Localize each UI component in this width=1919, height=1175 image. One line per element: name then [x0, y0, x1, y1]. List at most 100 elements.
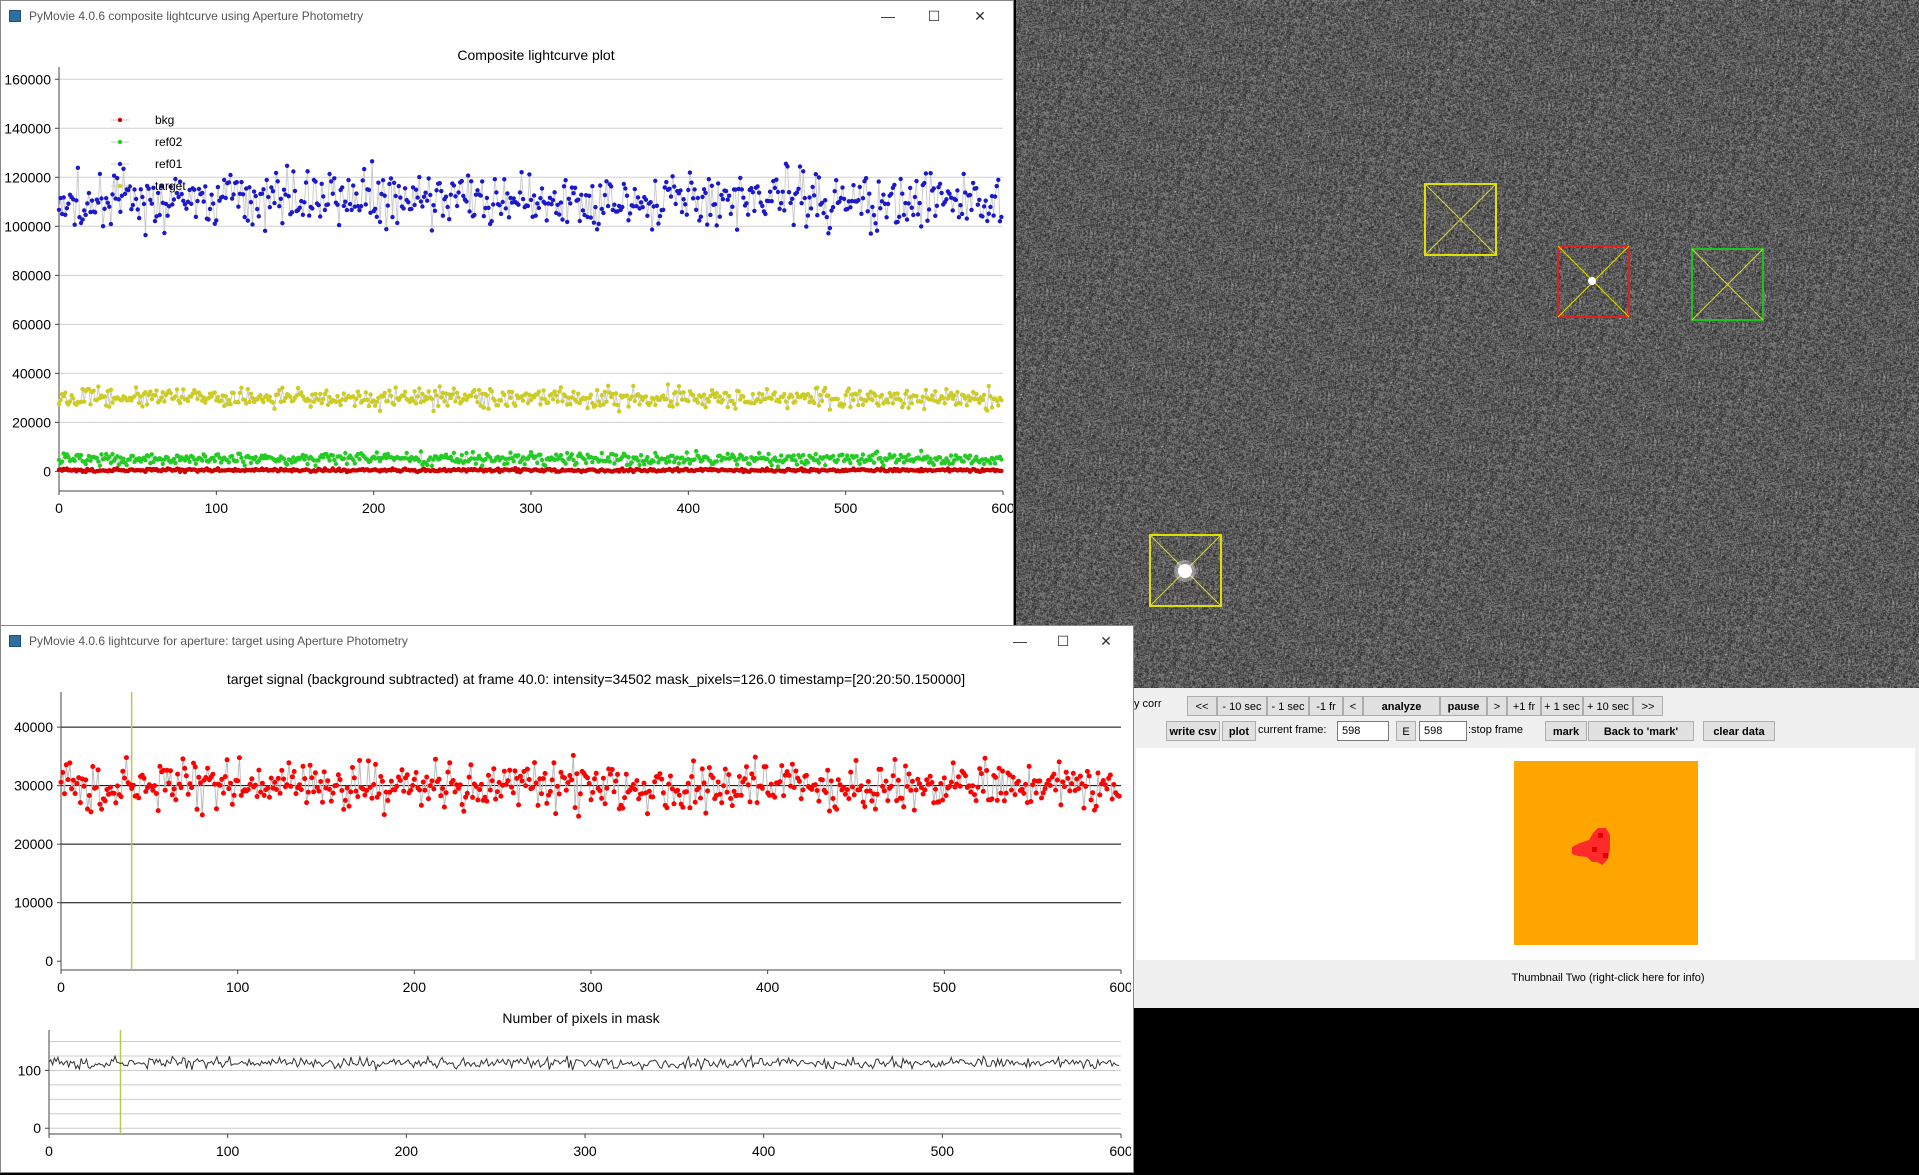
write-csv-button[interactable]: write csv — [1166, 721, 1220, 741]
data-point-ref01 — [75, 165, 81, 170]
data-point-target — [133, 385, 139, 390]
data-point-target — [168, 391, 173, 396]
data-point-target — [520, 398, 526, 403]
data-point-target — [408, 787, 414, 793]
data-point-target — [901, 804, 907, 810]
data-point-target — [308, 404, 313, 409]
thumbnail-two[interactable] — [1301, 748, 1915, 960]
data-point-ref01 — [396, 183, 401, 189]
data-point-target — [402, 389, 408, 394]
pause-button[interactable]: pause — [1440, 696, 1487, 716]
minus-1-frame-button[interactable]: -1 fr — [1309, 696, 1343, 716]
maximize-button[interactable]: ☐ — [919, 5, 949, 27]
forward-fast-button[interactable]: >> — [1633, 696, 1663, 716]
x-tick-label: 100 — [205, 500, 229, 516]
data-point-ref02 — [823, 463, 828, 468]
data-point-ref01 — [402, 186, 408, 191]
data-point-target — [689, 774, 695, 780]
data-point-ref02 — [793, 458, 798, 463]
data-point-target — [168, 768, 173, 774]
minimize-button[interactable]: — — [1005, 630, 1035, 652]
mask-pixel — [1598, 833, 1603, 838]
composite-titlebar[interactable]: PyMovie 4.0.6 composite lightcurve using… — [1, 1, 1013, 31]
close-button[interactable]: ✕ — [965, 5, 995, 27]
plus-1-frame-button[interactable]: +1 fr — [1507, 696, 1541, 716]
aperture-box-yellow-2[interactable] — [1149, 534, 1222, 607]
data-point-ref01 — [165, 213, 170, 218]
data-point-ref01 — [992, 194, 998, 199]
data-point-target — [721, 783, 726, 789]
data-point-target — [154, 388, 159, 393]
data-point-ref01 — [980, 214, 985, 219]
data-point-target — [417, 787, 423, 793]
minimize-button[interactable]: — — [873, 5, 903, 27]
step-back-button[interactable]: < — [1343, 696, 1363, 716]
minus-1-sec-button[interactable]: - 1 sec — [1267, 696, 1309, 716]
close-button[interactable]: ✕ — [1091, 630, 1121, 652]
aperture-box-red[interactable] — [1557, 245, 1630, 318]
data-point-target — [99, 806, 105, 812]
plus-1-sec-button[interactable]: + 1 sec — [1541, 696, 1583, 716]
target-signal-chart[interactable]: 0 10000 20000 30000 40000 0 100 200 300 400 500 600 — [1, 692, 1131, 1004]
aperture-box-green[interactable] — [1691, 248, 1764, 321]
data-point-ref02 — [684, 450, 689, 455]
aperture-titlebar[interactable]: PyMovie 4.0.6 lightcurve for aperture: t… — [1, 626, 1133, 656]
data-point-ref01 — [193, 214, 199, 219]
clear-data-button[interactable]: clear data — [1703, 721, 1775, 741]
data-point-ref01 — [459, 178, 464, 184]
data-point-target — [772, 390, 778, 395]
composite-lightcurve-chart[interactable]: 0 20000 40000 60000 80000 100000 120000 140000 1… — [1, 67, 1013, 627]
current-frame-input[interactable]: 598 — [1337, 721, 1389, 741]
data-point-ref01 — [749, 186, 754, 191]
data-point-target — [994, 797, 1000, 803]
data-point-target — [908, 787, 914, 793]
data-point-ref02 — [83, 461, 88, 467]
data-point-ref02 — [480, 463, 485, 468]
data-point-ref01 — [250, 222, 255, 227]
data-point-ref01 — [118, 209, 123, 214]
data-point-ref01 — [215, 184, 221, 190]
data-point-target — [933, 389, 938, 394]
analyze-button[interactable]: analyze — [1363, 696, 1440, 716]
plus-10-sec-button[interactable]: + 10 sec — [1583, 696, 1633, 716]
data-point-ref01 — [354, 191, 359, 196]
aperture-box-yellow-1[interactable] — [1424, 183, 1497, 256]
data-point-target — [368, 392, 373, 397]
data-point-target — [110, 400, 115, 405]
step-forward-button[interactable]: > — [1487, 696, 1507, 716]
data-point-target — [183, 773, 189, 779]
data-point-ref01 — [725, 197, 730, 202]
data-point-target — [489, 389, 494, 394]
data-point-ref01 — [387, 181, 392, 187]
data-point-ref01 — [456, 190, 461, 195]
stop-frame-input[interactable]: 598 — [1419, 721, 1467, 741]
data-point-ref01 — [897, 214, 902, 219]
star-field-image[interactable] — [1016, 0, 1919, 688]
e-button[interactable]: E — [1396, 721, 1416, 741]
data-point-ref02 — [121, 456, 126, 461]
data-point-ref01 — [970, 180, 976, 186]
data-point-ref02 — [332, 457, 337, 463]
minus-10-sec-button[interactable]: - 10 sec — [1217, 696, 1267, 716]
data-point-ref01 — [289, 210, 295, 215]
data-point-target — [637, 402, 642, 407]
data-point-target — [1026, 763, 1032, 769]
data-point-ref01 — [519, 170, 524, 175]
data-point-ref01 — [720, 197, 726, 202]
stop-frame-label: :stop frame — [1468, 724, 1524, 736]
plot-button[interactable]: plot — [1222, 721, 1256, 741]
data-point-target — [1058, 802, 1064, 808]
data-point-ref01 — [557, 212, 562, 217]
mark-button[interactable]: mark — [1545, 721, 1587, 741]
back-fast-button[interactable]: << — [1187, 696, 1217, 716]
data-point-ref01 — [686, 187, 691, 193]
data-point-target — [745, 782, 751, 788]
maximize-button[interactable]: ☐ — [1048, 630, 1078, 652]
y-tick-label: 0 — [45, 953, 53, 969]
y-tick-label: 40000 — [14, 719, 53, 735]
data-point-target — [970, 783, 976, 789]
mask-pixels-chart[interactable]: 0 100 0 100 200 300 400 500 600 — [1, 1030, 1131, 1172]
thumbnail-one[interactable] — [1136, 748, 1316, 960]
data-point-ref01 — [267, 205, 272, 210]
back-to-mark-button[interactable]: Back to 'mark' — [1588, 721, 1694, 741]
